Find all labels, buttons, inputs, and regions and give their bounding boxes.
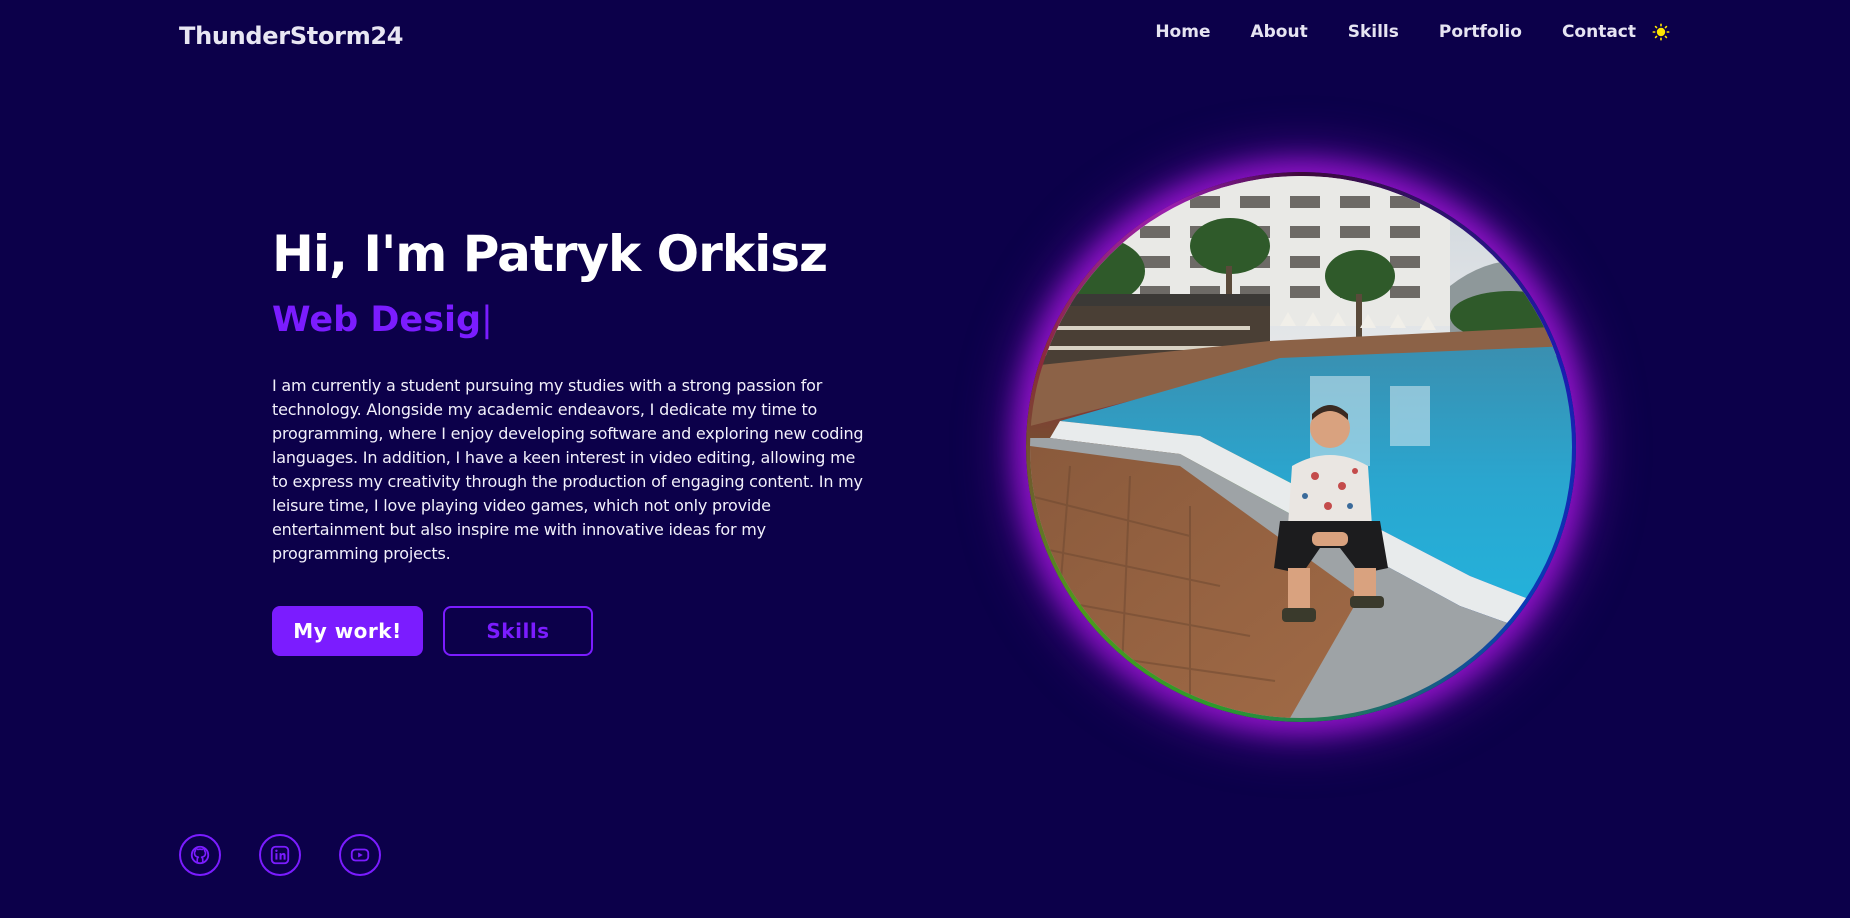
skills-button[interactable]: Skills (443, 606, 593, 656)
linkedin-link[interactable] (259, 834, 301, 876)
typing-text: Web Desig (272, 300, 482, 340)
nav-contact[interactable]: Contact (1562, 20, 1636, 44)
sun-icon (1652, 23, 1670, 41)
linkedin-icon (270, 845, 290, 865)
hero-description: I am currently a student pursuing my stu… (272, 376, 864, 563)
profile-photo-frame (1026, 172, 1576, 722)
nav-about[interactable]: About (1250, 20, 1307, 44)
hero-role: Web Desig| (272, 300, 493, 340)
main-nav: Home About Skills Portfolio Contact (1155, 20, 1672, 44)
nav-portfolio[interactable]: Portfolio (1439, 20, 1522, 44)
youtube-icon (350, 848, 370, 862)
nav-home[interactable]: Home (1155, 20, 1210, 44)
profile-photo (1030, 176, 1572, 718)
youtube-link[interactable] (339, 834, 381, 876)
github-icon (190, 845, 210, 865)
theme-toggle-button[interactable] (1650, 21, 1672, 43)
hero-title: Hi, I'm Patryk Orkisz (272, 225, 828, 283)
my-work-button[interactable]: My work! (272, 606, 423, 656)
typing-cursor: | (481, 300, 493, 340)
github-link[interactable] (179, 834, 221, 876)
nav-skills[interactable]: Skills (1348, 20, 1399, 44)
site-logo[interactable]: ThunderStorm24 (179, 22, 404, 50)
